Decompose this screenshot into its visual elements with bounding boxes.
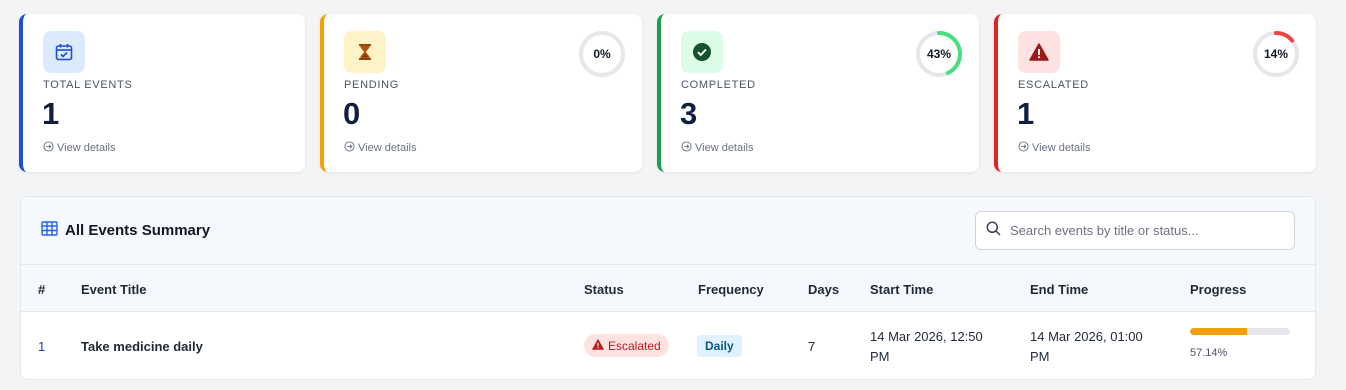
days-value: 7 xyxy=(808,339,816,354)
progress-ring: 14% xyxy=(1252,30,1300,78)
column-header-frequency[interactable]: Frequency xyxy=(698,282,764,297)
progress-ring: 0% xyxy=(578,30,626,78)
ring-percent: 43% xyxy=(926,47,952,61)
frequency-badge: Daily xyxy=(697,335,742,357)
view-details-link[interactable]: View details xyxy=(1018,141,1091,155)
search-input[interactable] xyxy=(1010,223,1280,238)
card-value: 3 xyxy=(680,96,698,131)
check-circle-icon xyxy=(681,31,723,73)
panel-title: All Events Summary xyxy=(41,221,210,240)
progress-bar xyxy=(1190,328,1290,335)
escalated-card[interactable]: ESCALATED 1 View details 14% xyxy=(994,14,1316,172)
ring-percent: 14% xyxy=(1263,47,1289,61)
row-index: 1 xyxy=(38,339,46,354)
card-value: 1 xyxy=(1017,96,1035,131)
arrow-circle-icon xyxy=(344,141,355,155)
search-box[interactable] xyxy=(975,211,1295,250)
column-header-status[interactable]: Status xyxy=(584,282,624,297)
warning-icon xyxy=(592,338,604,353)
status-badge: Escalated xyxy=(584,334,669,357)
warning-icon xyxy=(1018,31,1060,73)
arrow-circle-icon xyxy=(43,141,54,155)
progress-bar-fill xyxy=(1190,328,1248,335)
view-details-link[interactable]: View details xyxy=(344,141,417,155)
panel-header: All Events Summary xyxy=(21,197,1315,265)
table-icon xyxy=(41,221,58,240)
column-header-title[interactable]: Event Title xyxy=(81,282,147,297)
table-row[interactable]: 1 Take medicine daily Escalated Daily 7 … xyxy=(21,313,1315,379)
pending-card[interactable]: PENDING 0 View details 0% xyxy=(320,14,642,172)
card-label: ESCALATED xyxy=(1018,79,1089,91)
stat-cards: TOTAL EVENTS 1 View details PENDING 0 Vi… xyxy=(19,14,1316,172)
ring-percent: 0% xyxy=(593,47,611,61)
arrow-circle-icon xyxy=(681,141,692,155)
card-value: 1 xyxy=(42,96,60,131)
completed-card[interactable]: COMPLETED 3 View details 43% xyxy=(657,14,979,172)
column-header-start-time[interactable]: Start Time xyxy=(870,282,933,297)
progress-percent: 57.14% xyxy=(1190,347,1228,359)
view-details-link[interactable]: View details xyxy=(43,141,116,155)
card-label: PENDING xyxy=(344,79,400,91)
card-label: COMPLETED xyxy=(681,79,756,91)
total-events-card[interactable]: TOTAL EVENTS 1 View details xyxy=(19,14,305,172)
search-icon xyxy=(986,221,1001,241)
start-time: 14 Mar 2026, 12:50 PM xyxy=(870,329,983,364)
column-header-index[interactable]: # xyxy=(38,282,45,297)
hourglass-icon xyxy=(344,31,386,73)
card-value: 0 xyxy=(343,96,361,131)
events-summary-panel: All Events Summary # Event Title Status … xyxy=(20,196,1316,380)
column-header-end-time[interactable]: End Time xyxy=(1030,282,1088,297)
column-header-days[interactable]: Days xyxy=(808,282,839,297)
card-label: TOTAL EVENTS xyxy=(43,79,133,91)
column-header-progress[interactable]: Progress xyxy=(1190,282,1246,297)
event-title: Take medicine daily xyxy=(81,339,203,354)
calendar-check-icon xyxy=(43,31,85,73)
view-details-link[interactable]: View details xyxy=(681,141,754,155)
end-time: 14 Mar 2026, 01:00 PM xyxy=(1030,329,1143,364)
progress-ring: 43% xyxy=(915,30,963,78)
table-header: # Event Title Status Frequency Days Star… xyxy=(21,265,1315,312)
arrow-circle-icon xyxy=(1018,141,1029,155)
